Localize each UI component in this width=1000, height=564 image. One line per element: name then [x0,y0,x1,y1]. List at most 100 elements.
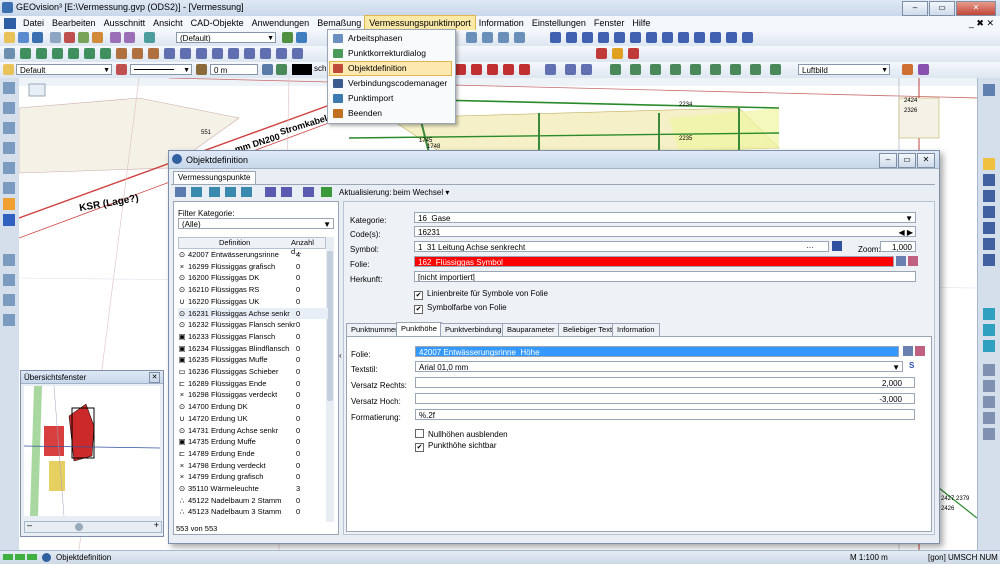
folie-input[interactable]: 162_Flüssiggas Symbol [414,256,894,267]
menu-einstellungen[interactable]: Einstellungen [528,16,590,30]
zoom-window-icon[interactable] [983,190,995,202]
textstil-edit-icon[interactable]: S [909,361,921,371]
list-item[interactable]: ▣ 16233 Flüssiggas Flansch 0 [178,331,328,342]
zoom-input[interactable]: 1,000 [880,241,916,252]
search-next-icon[interactable] [225,187,236,197]
tab-punkthoehe[interactable]: Punkthöhe [396,322,442,336]
list-item[interactable]: ∪ 16220 Flüssiggas UK 0 [178,296,328,307]
tab-punktverbindung[interactable]: Punktverbindung [440,323,507,336]
tool-icon[interactable] [3,274,15,286]
tool-icon[interactable] [678,32,689,43]
list-item[interactable]: ⊏ 16289 Flüssiggas Ende 0 [178,378,328,389]
dialog-minimize-button[interactable]: – [879,153,897,168]
tab-punktnummer[interactable]: Punktnummer [346,323,403,336]
tool-icon[interactable] [726,32,737,43]
raster-manage-icon[interactable] [918,64,929,75]
tool-icon[interactable] [750,64,761,75]
list-item[interactable]: × 14798 Erdung verdeckt 0 [178,460,328,471]
list-item[interactable]: × 14799 Erdung grafisch 0 [178,471,328,482]
list-item[interactable]: ▭ 16236 Flüssiggas Schieber 0 [178,366,328,377]
menu-anwendungen[interactable]: Anwendungen [248,16,314,30]
zoom-out-icon[interactable] [983,174,995,186]
highlight-icon[interactable] [612,48,623,59]
punkthoehe-sichtbar-checkbox[interactable]: ✔ Punkthöhe sichtbar [415,441,497,452]
tool-icon[interactable] [730,64,741,75]
tab-information[interactable]: Information [612,323,660,336]
symbol-input[interactable]: 1_31 Leitung Achse senkrecht ··· [414,241,829,252]
move-icon[interactable] [180,48,191,59]
rectangle-icon[interactable] [84,48,95,59]
linienbreite-checkbox[interactable]: ✔ Linienbreite für Symbole von Folie [414,289,548,300]
filter-icon[interactable] [503,64,514,75]
circle-icon[interactable] [68,48,79,59]
tool-icon[interactable] [770,64,781,75]
document-icon[interactable] [4,17,16,29]
offset-icon[interactable] [244,48,255,59]
menu-cad-objekte[interactable]: CAD-Objekte [187,16,248,30]
list-item[interactable]: ⊙ 16232 Flüssiggas Flansch senkr 0 [178,319,328,330]
menu-item-punktkorrekturdialog[interactable]: Punktkorrekturdialog [330,47,451,60]
filter-icon[interactable] [471,64,482,75]
tool-icon[interactable] [581,64,592,75]
tool-icon[interactable] [983,428,995,440]
layer-icon[interactable] [144,32,155,43]
list-item[interactable]: ∴ 45123 Nadelbaum 3 Stamm 0 [178,506,328,517]
break-icon[interactable] [292,48,303,59]
new-icon[interactable] [4,32,15,43]
tool-icon[interactable] [983,364,995,376]
menu-vermessungspunktimport[interactable]: Vermessungspunktimport [364,15,476,31]
tool-icon[interactable] [3,162,15,174]
tool-icon[interactable] [742,32,753,43]
maximize-button[interactable]: ▭ [929,1,955,16]
tool-icon[interactable] [694,32,705,43]
code-input[interactable]: 16231 ◀ ▶ [414,226,916,237]
list-item[interactable]: ▣ 16234 Flüssiggas Blindflansch 0 [178,343,328,354]
raster-combo[interactable]: Luftbild ▼ [798,64,890,75]
list-item[interactable]: ⊏ 14789 Erdung Ende 0 [178,448,328,459]
list-item[interactable]: ▣ 16235 Flüssiggas Muffe 0 [178,354,328,365]
copy-icon[interactable] [78,32,89,43]
calc-icon[interactable] [514,32,525,43]
copy-definition-icon[interactable] [265,187,276,197]
status-scale[interactable]: M 1:100 m [850,553,888,562]
tool-icon[interactable] [983,396,995,408]
menu-information[interactable]: Information [475,16,528,30]
tool-icon[interactable] [3,214,15,226]
list-item[interactable]: ∪ 14720 Erdung UK 0 [178,413,328,424]
filter-icon[interactable] [241,187,252,197]
list-item[interactable]: ⊙ 16231 Flüssiggas Achse senkr 0 [178,307,328,319]
export-icon[interactable] [321,187,332,197]
scroll-up-icon[interactable] [983,84,995,96]
list-item[interactable]: × 16299 Flüssiggas grafisch 0 [178,261,328,272]
edit-definition-icon[interactable] [303,187,314,197]
new-definition-icon[interactable] [175,187,186,197]
tool-icon[interactable] [646,32,657,43]
polygon-icon[interactable] [100,48,111,59]
trim-icon[interactable] [260,48,271,59]
column-definition[interactable]: Definition [219,238,250,247]
distance-input[interactable]: 0 m [210,64,258,75]
aktualisierung-select[interactable]: beim Wechsel ▾ [393,188,449,197]
menu-bemassung[interactable]: Bemaßung [313,16,365,30]
style-combo[interactable]: (Default) ▼ [176,32,276,43]
arc-icon[interactable] [52,48,63,59]
dialog-maximize-button[interactable]: ▭ [898,153,916,168]
tool-icon[interactable] [582,32,593,43]
folie-edit-icon[interactable] [908,256,918,266]
overview-map[interactable] [24,386,160,516]
undo-icon[interactable] [110,32,121,43]
menu-bearbeiten[interactable]: Bearbeiten [48,16,100,30]
overview-close-button[interactable]: ✕ [149,372,160,383]
spin-icon[interactable] [262,64,273,75]
tool-icon[interactable] [3,102,15,114]
tab-vermessungspunkte[interactable]: Vermessungspunkte [173,171,256,184]
line-icon[interactable] [20,48,31,59]
layer-settings-icon[interactable] [116,64,127,75]
list-item[interactable]: ⊙ 14731 Erdung Achse senkr 0 [178,425,328,436]
versatz-rechts-input[interactable]: 2,000 [415,377,915,388]
dialog-close-button[interactable]: ✕ [917,153,935,168]
filter-icon[interactable] [455,64,466,75]
list-item[interactable]: ▣ 14735 Erdung Muffe 0 [178,436,328,447]
tool-icon[interactable] [566,32,577,43]
tool-icon[interactable] [710,32,721,43]
